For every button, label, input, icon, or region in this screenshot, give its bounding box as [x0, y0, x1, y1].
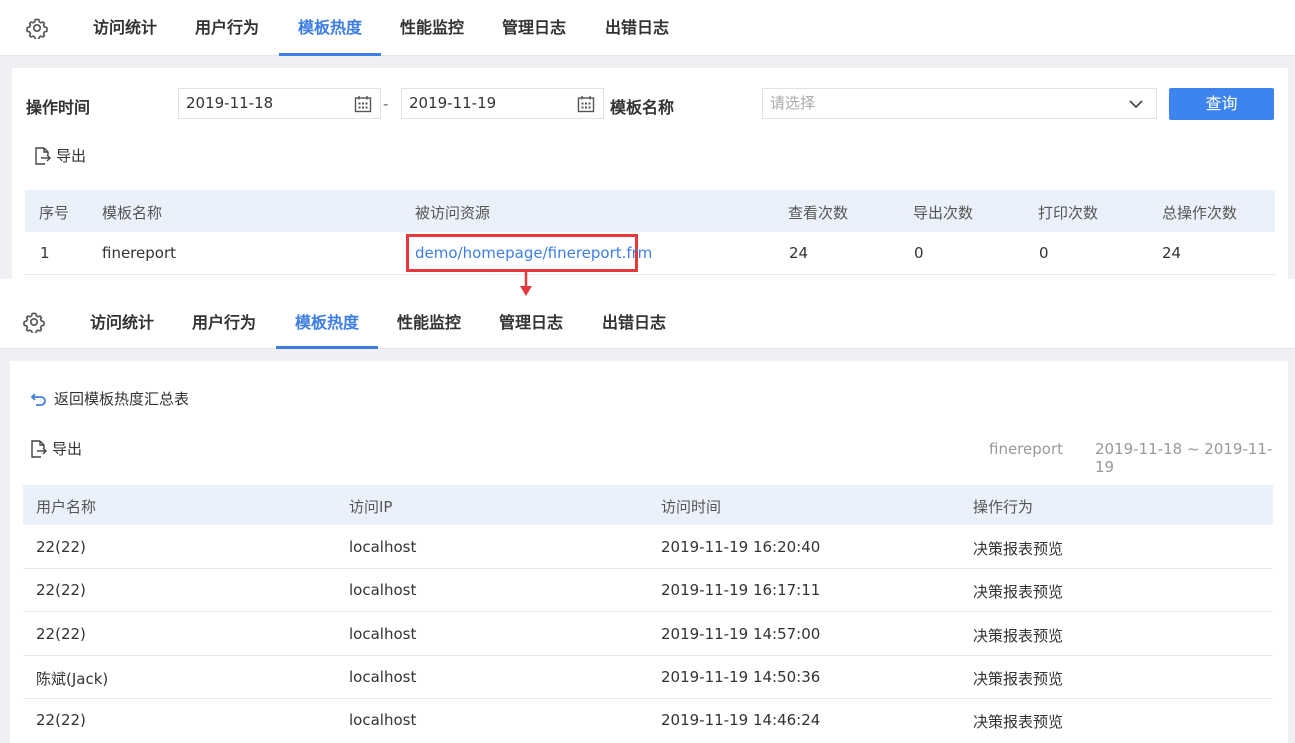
table-row-user: 22(22) [36, 538, 86, 556]
export-label: 导出 [56, 147, 87, 165]
table-row-ip: localhost [349, 581, 417, 599]
row-total-count: 24 [1162, 244, 1182, 262]
tab-user-behavior[interactable]: 用户行为 [195, 0, 259, 56]
table-row-time: 2019-11-19 16:20:40 [661, 538, 821, 556]
col-visit-time: 访问时间 [661, 498, 722, 516]
detail-view: 访问统计 用户行为 模板热度 性能监控 管理日志 出错日志 返回模板热度汇总表 … [0, 296, 1295, 743]
col-total-count: 总操作次数 [1162, 204, 1238, 222]
end-date-value: 2019-11-19 [409, 94, 497, 112]
col-visit-ip: 访问IP [349, 498, 393, 516]
module-tab-bar: 访问统计 用户行为 模板热度 性能监控 管理日志 出错日志 [0, 296, 1295, 349]
col-user-name: 用户名称 [36, 498, 97, 516]
template-select-placeholder: 请选择 [770, 94, 816, 112]
query-button[interactable]: 查询 [1169, 88, 1274, 120]
export-button[interactable]: 导出 [32, 145, 86, 166]
tab-template-heat[interactable]: 模板热度 [279, 0, 381, 56]
tab-visit-stats[interactable]: 访问统计 [90, 296, 154, 349]
gear-icon[interactable] [26, 17, 48, 39]
row-divider [23, 611, 1273, 612]
table-row-user: 22(22) [36, 711, 86, 729]
table-row-user: 22(22) [36, 581, 86, 599]
col-resource: 被访问资源 [415, 204, 491, 222]
table-row-user: 22(22) [36, 625, 86, 643]
tab-admin-log[interactable]: 管理日志 [502, 0, 566, 56]
back-arrow-icon [30, 392, 46, 406]
row-template-name: finereport [102, 244, 176, 262]
calendar-icon[interactable] [354, 95, 372, 113]
template-name-meta: finereport [989, 440, 1063, 458]
tab-user-behavior[interactable]: 用户行为 [192, 296, 256, 349]
tab-performance[interactable]: 性能监控 [400, 0, 464, 56]
start-date-value: 2019-11-18 [186, 94, 274, 112]
col-index: 序号 [39, 204, 70, 222]
arrow-down-icon [520, 270, 532, 296]
module-tab-bar: 访问统计 用户行为 模板热度 性能监控 管理日志 出错日志 [0, 0, 1295, 56]
table-row-ip: localhost [349, 625, 417, 643]
table-row-user: 陈斌(Jack) [36, 670, 109, 688]
tab-performance[interactable]: 性能监控 [397, 296, 461, 349]
gear-icon[interactable] [23, 311, 45, 333]
export-file-icon [31, 439, 47, 458]
operation-time-label: 操作时间 [26, 98, 91, 117]
table-row-time: 2019-11-19 16:17:11 [661, 581, 821, 599]
resource-link[interactable]: demo/homepage/finereport.frm [415, 244, 652, 262]
row-divider [23, 568, 1273, 569]
template-name-label: 模板名称 [610, 98, 675, 117]
tab-template-heat[interactable]: 模板热度 [276, 296, 378, 349]
row-index: 1 [40, 244, 50, 262]
table-row-ip: localhost [349, 668, 417, 686]
row-view-count: 24 [789, 244, 809, 262]
template-select[interactable]: 请选择 [762, 88, 1157, 119]
start-date-input[interactable]: 2019-11-18 [178, 88, 381, 119]
row-divider [23, 655, 1273, 656]
table-row-time: 2019-11-19 14:50:36 [661, 668, 821, 686]
row-export-count: 0 [914, 244, 924, 262]
export-button[interactable]: 导出 [28, 438, 82, 459]
col-print-count: 打印次数 [1038, 204, 1099, 222]
date-range-separator: - [383, 95, 389, 113]
col-action: 操作行为 [973, 498, 1034, 516]
col-export-count: 导出次数 [913, 204, 974, 222]
detail-table-header [23, 485, 1273, 525]
table-row-ip: localhost [349, 711, 417, 729]
detail-card: 返回模板热度汇总表 导出 finereport 2019-11-18 ~ 201… [10, 361, 1288, 743]
table-row-ip: localhost [349, 538, 417, 556]
table-row-action: 决策报表预览 [973, 670, 1064, 688]
calendar-icon[interactable] [577, 95, 595, 113]
export-label: 导出 [52, 440, 83, 458]
tab-visit-stats[interactable]: 访问统计 [93, 0, 157, 56]
row-divider [25, 274, 1275, 275]
tab-error-log[interactable]: 出错日志 [605, 0, 669, 56]
table-row-action: 决策报表预览 [973, 583, 1064, 601]
back-label: 返回模板热度汇总表 [54, 390, 190, 408]
summary-card: 操作时间 2019-11-18 - 2019-11-19 模板名称 请选择 查询… [12, 68, 1288, 279]
end-date-input[interactable]: 2019-11-19 [401, 88, 604, 119]
table-row-action: 决策报表预览 [973, 627, 1064, 645]
col-view-count: 查看次数 [788, 204, 849, 222]
row-divider [23, 698, 1273, 699]
col-template-name: 模板名称 [102, 204, 163, 222]
export-file-icon [35, 146, 51, 165]
back-to-summary-link[interactable]: 返回模板热度汇总表 [30, 388, 189, 409]
table-row-action: 决策报表预览 [973, 540, 1064, 558]
date-range-meta: 2019-11-18 ~ 2019-11-19 [1095, 440, 1273, 476]
table-row-time: 2019-11-19 14:46:24 [661, 711, 821, 729]
chevron-down-icon [1129, 100, 1143, 109]
tab-admin-log[interactable]: 管理日志 [499, 296, 563, 349]
summary-view: 访问统计 用户行为 模板热度 性能监控 管理日志 出错日志 操作时间 2019-… [0, 0, 1295, 279]
table-row-action: 决策报表预览 [973, 713, 1064, 731]
tab-error-log[interactable]: 出错日志 [602, 296, 666, 349]
row-print-count: 0 [1039, 244, 1049, 262]
table-row-time: 2019-11-19 14:57:00 [661, 625, 821, 643]
